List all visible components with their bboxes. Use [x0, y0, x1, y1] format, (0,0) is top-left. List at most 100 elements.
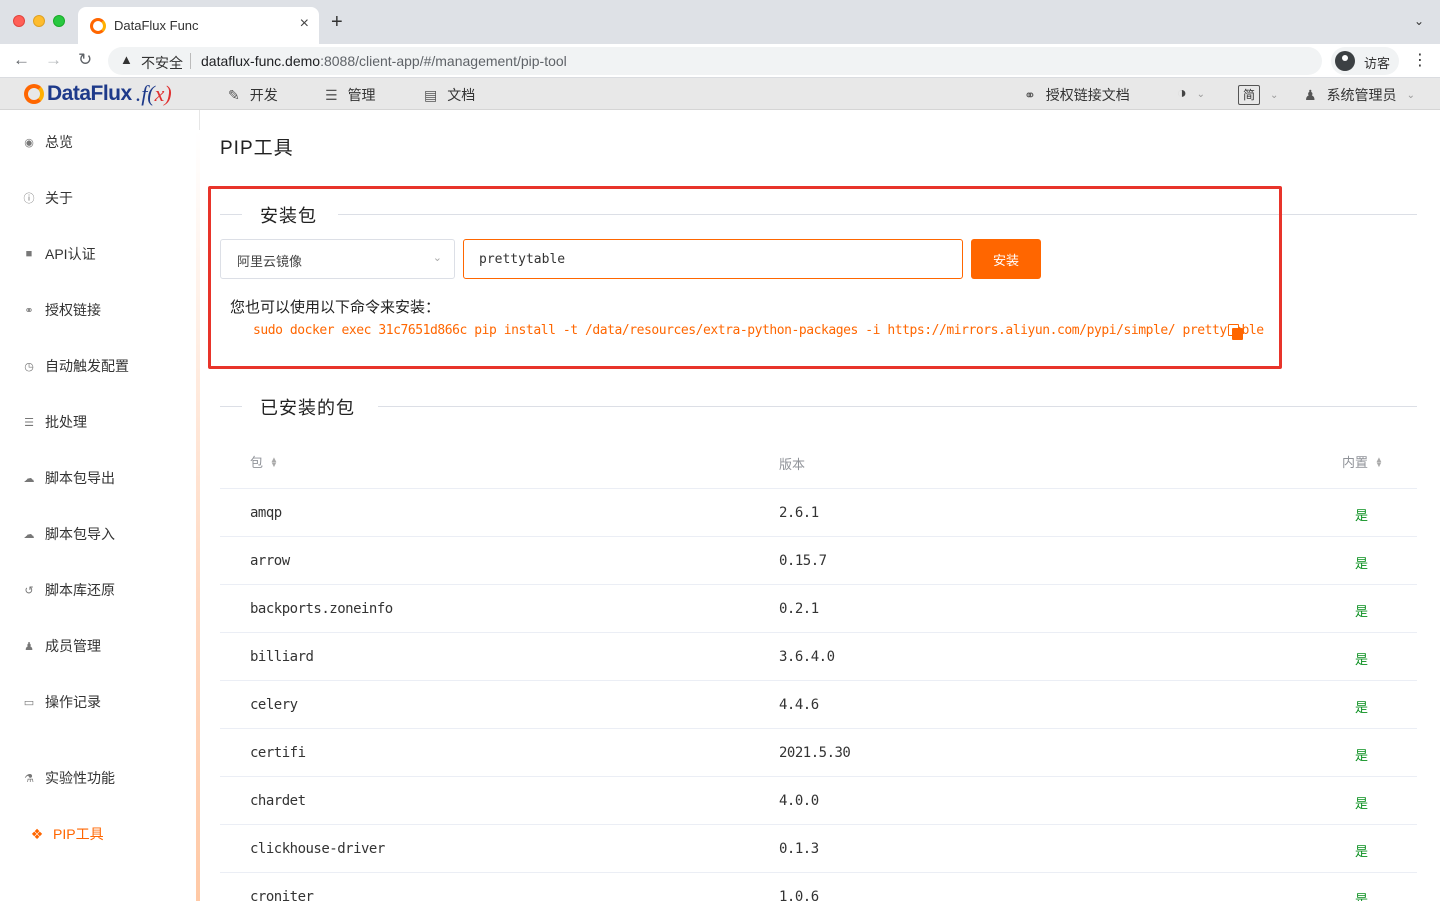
browser-menu-button[interactable]: ⋮	[1412, 50, 1428, 70]
profile-label: 访客	[1364, 56, 1391, 71]
package-version: 2021.5.30	[779, 745, 851, 761]
sidebar-item-label: 总览	[45, 134, 73, 150]
page-title: PIP工具	[220, 138, 294, 159]
link-icon: ⚭	[24, 304, 34, 317]
sidebar-item-api-auth[interactable]: ■ API认证	[22, 244, 96, 264]
lock-icon: ■	[25, 248, 33, 260]
nav-dev[interactable]: ✎ 开发	[228, 85, 278, 105]
package-name: amqp	[250, 505, 282, 521]
table-header: 包 ▲ ▼ 版本 内置 ▲ ▼	[220, 436, 1417, 489]
sidebar-item-batch[interactable]: ☰ 批处理	[22, 412, 87, 432]
sort-icon[interactable]: ▲ ▼	[270, 455, 278, 468]
sidebar-item-label: 实验性功能	[45, 770, 115, 786]
browser-tab[interactable]: DataFlux Func ×	[78, 7, 319, 44]
package-version: 4.4.6	[779, 697, 819, 713]
warning-icon: ▲	[120, 52, 133, 67]
installed-section-header: 已安装的包	[220, 396, 1417, 418]
sidebar-item-label: 关于	[45, 190, 73, 206]
nav-auth-link-docs[interactable]: ⚭ 授权链接文档	[1024, 85, 1130, 105]
avatar-icon	[1335, 51, 1355, 71]
sidebar-item-auth-links[interactable]: ⚭ 授权链接	[22, 300, 101, 320]
close-window-button[interactable]	[13, 15, 25, 27]
forward-button[interactable]: →	[45, 50, 62, 70]
sidebar-item-import[interactable]: ☁ 脚本包导入	[22, 524, 116, 544]
nav-management[interactable]: ☰ 管理	[325, 85, 376, 105]
column-header-package[interactable]: 包 ▲ ▼	[250, 452, 278, 471]
nav-docs-label: 文档	[447, 87, 476, 103]
column-header-builtin[interactable]: 内置 ▲ ▼	[1342, 452, 1383, 471]
sidebar-item-operation-records[interactable]: ▭ 操作记录	[22, 692, 101, 712]
reload-button[interactable]: ↻	[78, 50, 92, 70]
sidebar-item-experimental[interactable]: ⚗ 实验性功能	[22, 768, 115, 788]
sidebar-item-crontab[interactable]: ◷ 自动触发配置	[22, 356, 129, 376]
table-row: celery 4.4.6 是	[220, 681, 1417, 729]
table-row: clickhouse-driver 0.1.3 是	[220, 825, 1417, 873]
nav-docs[interactable]: ▤ 文档	[424, 85, 475, 105]
sidebar-item-about[interactable]: ⓘ 关于	[22, 188, 74, 208]
sidebar-item-recover[interactable]: ↺ 脚本库还原	[22, 580, 115, 600]
builtin-flag: 是	[1355, 796, 1368, 811]
divider	[378, 406, 1417, 407]
theme-switcher[interactable]: ◑ ⌄	[1177, 85, 1205, 103]
back-button[interactable]: ←	[13, 50, 30, 70]
minimize-window-button[interactable]	[33, 15, 45, 27]
highlight-annotation-box	[208, 186, 1282, 369]
address-bar[interactable]: ▲ 不安全 dataflux-func.demo:8088/client-app…	[108, 47, 1322, 75]
profile-button[interactable]: 访客	[1331, 47, 1399, 75]
table-row: billiard 3.6.4.0 是	[220, 633, 1417, 681]
dashboard-icon: ◉	[24, 136, 34, 149]
language-switcher[interactable]: 简 ⌄	[1238, 85, 1278, 105]
sidebar-item-export[interactable]: ☁ 脚本包导出	[22, 468, 116, 488]
sidebar-item-label: 批处理	[45, 414, 87, 430]
table-row: backports.zoneinfo 0.2.1 是	[220, 585, 1417, 633]
keyboard-icon: ▭	[23, 696, 35, 709]
sidebar-item-label: 自动触发配置	[45, 358, 129, 374]
divider	[220, 406, 242, 407]
package-name: billiard	[250, 649, 314, 665]
chevron-down-icon: ⌄	[1406, 89, 1415, 101]
package-version: 4.0.0	[779, 793, 819, 809]
language-badge: 简	[1238, 85, 1260, 105]
tab-close-button[interactable]: ×	[300, 15, 309, 33]
column-label: 版本	[779, 457, 806, 472]
user-name: 系统管理员	[1326, 87, 1397, 103]
builtin-flag: 是	[1355, 844, 1368, 859]
sidebar-item-label: 成员管理	[45, 638, 101, 654]
logo-fx: .f(x)	[136, 81, 172, 107]
history-icon: ↺	[24, 584, 34, 597]
flask-icon: ⚗	[24, 772, 34, 785]
url-path: :8088/client-app/#/management/pip-tool	[320, 53, 567, 69]
sidebar-item-pip-tool[interactable]: ❖ PIP工具	[30, 824, 104, 844]
package-name: certifi	[250, 745, 306, 761]
tab-title: DataFlux Func	[114, 18, 199, 33]
package-name: clickhouse-driver	[250, 841, 385, 857]
list-icon: ☰	[24, 416, 34, 429]
app-logo[interactable]: DataFlux .f(x)	[24, 81, 172, 107]
logo-text: DataFlux	[47, 82, 132, 105]
maximize-window-button[interactable]	[53, 15, 65, 27]
url-text[interactable]: dataflux-func.demo:8088/client-app/#/man…	[201, 53, 567, 69]
builtin-flag: 是	[1355, 604, 1368, 619]
tab-search-button[interactable]: ⌄	[1414, 14, 1424, 28]
favicon-icon	[90, 18, 106, 34]
builtin-flag: 是	[1355, 652, 1368, 667]
sidebar-item-overview[interactable]: ◉ 总览	[22, 132, 73, 152]
info-icon: ⓘ	[23, 193, 35, 205]
builtin-flag: 是	[1355, 700, 1368, 715]
sidebar-item-label: 脚本库还原	[45, 582, 115, 598]
new-tab-button[interactable]: +	[331, 12, 343, 32]
package-version: 0.1.3	[779, 841, 819, 857]
package-name: croniter	[250, 889, 314, 901]
app-header: DataFlux .f(x) ✎ 开发 ☰ 管理 ▤ 文档 ⚭ 授权链接文档 ◑…	[0, 78, 1440, 110]
cloud-upload-icon: ☁	[23, 528, 35, 541]
browser-toolbar: ← → ↻ ▲ 不安全 dataflux-func.demo:8088/clie…	[0, 44, 1440, 78]
book-icon: ▤	[424, 86, 438, 103]
sidebar-item-users[interactable]: ♟ 成员管理	[22, 636, 101, 656]
sort-icon[interactable]: ▲ ▼	[1375, 455, 1383, 468]
user-menu[interactable]: ♟ 系统管理员 ⌄	[1304, 85, 1415, 105]
omnibox-divider	[190, 53, 191, 69]
security-label[interactable]: 不安全	[141, 53, 183, 73]
url-host: dataflux-func.demo	[201, 53, 321, 69]
column-label: 包	[250, 455, 264, 470]
table-row: arrow 0.15.7 是	[220, 537, 1417, 585]
